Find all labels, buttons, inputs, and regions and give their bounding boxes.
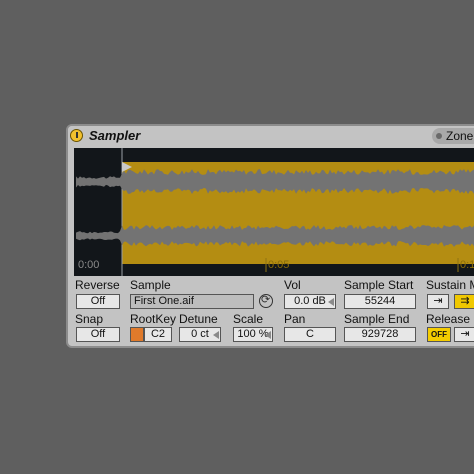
scale-field[interactable]: 100 % [233,327,273,342]
release-loop-mode-button[interactable]: ⇥ [454,327,474,342]
time-label-0: 0:00 [78,259,99,271]
hot-swap-icon[interactable] [259,293,273,308]
sample-start-label: Sample Start [344,278,414,292]
slider-arrow-icon [328,298,334,306]
detune-value: 0 ct [191,328,209,340]
time-label-2: 0:1 [460,259,474,271]
pan-label: Pan [284,312,306,326]
time-label-1: 0:05 [268,259,289,271]
waveform-display[interactable]: 0:00 0:05 0:1 [74,148,474,276]
zone-led-icon [436,133,442,139]
sampler-device: Sampler Zone 0:00 0:05 0:1 Reverse Sampl… [66,124,474,348]
sustain-loop-forward-button[interactable]: ⇉ [454,294,474,309]
sustain-label: Sustain M [426,278,474,292]
power-icon[interactable] [70,129,83,142]
sustain-loop-off-button[interactable]: ⇥ [427,294,449,309]
scale-value: 100 % [237,328,269,340]
vol-label: Vol [284,278,301,292]
zone-button[interactable]: Zone [432,128,474,144]
reverse-toggle[interactable]: Off [76,294,120,309]
release-loop-toggle[interactable]: OFF [427,327,451,342]
rootkey-color-swatch [130,327,144,342]
detune-label: Detune [179,312,218,326]
detune-field[interactable]: 0 ct [179,327,221,342]
rootkey-field[interactable]: C2 [144,327,172,342]
slider-arrow-icon [213,331,219,339]
reverse-label: Reverse [75,278,120,292]
pan-field[interactable]: C [284,327,336,342]
sample-end-field[interactable]: 929728 [344,327,416,342]
sample-name-field[interactable]: First One.aif [130,294,254,309]
waveform-svg[interactable]: 0:00 0:05 0:1 [74,148,474,276]
vol-field[interactable]: 0.0 dB [284,294,336,309]
sample-start-field[interactable]: 55244 [344,294,416,309]
vol-value: 0.0 dB [294,295,326,307]
snap-toggle[interactable]: Off [76,327,120,342]
device-title: Sampler [89,128,141,143]
release-label: Release [426,312,471,326]
sample-end-label: Sample End [344,312,410,326]
slider-arrow-icon [265,331,271,339]
rootkey-label: RootKey [130,312,177,326]
sample-label: Sample [130,278,171,292]
zone-label: Zone [446,129,474,143]
scale-label: Scale [233,312,264,326]
snap-label: Snap [75,312,104,326]
device-titlebar: Sampler Zone [68,126,474,148]
